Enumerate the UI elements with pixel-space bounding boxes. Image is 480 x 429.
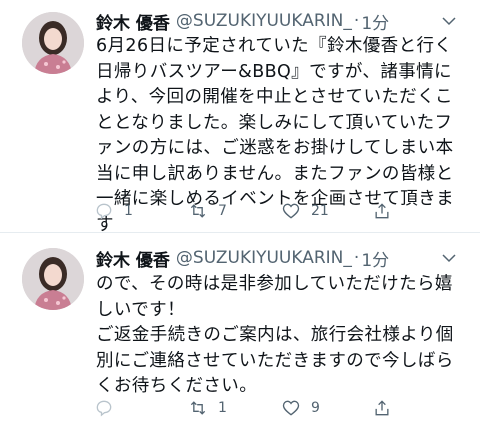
separator: ·: [353, 11, 360, 31]
like-icon: [282, 203, 300, 219]
tweet-header: 鈴木 優香 @SUZUKIYUUKARIN_ · 1分: [96, 9, 389, 34]
share-button[interactable]: [372, 396, 392, 420]
author-name[interactable]: 鈴木 優香: [96, 9, 170, 34]
tweet[interactable]: 鈴木 優香 @SUZUKIYUUKARIN_ · 1分 ので、その時は是非参加し…: [0, 232, 480, 429]
author-handle[interactable]: @SUZUKIYUUKARIN_: [176, 248, 352, 268]
retweet-button[interactable]: 7: [188, 199, 227, 223]
reply-icon: [96, 203, 112, 220]
timestamp[interactable]: 1分: [361, 9, 389, 34]
separator: ·: [353, 248, 360, 268]
timestamp[interactable]: 1分: [361, 246, 389, 271]
retweet-icon: [190, 401, 206, 415]
reply-count: 1: [124, 203, 133, 219]
like-button[interactable]: 9: [281, 396, 320, 420]
like-button[interactable]: 21: [281, 199, 329, 223]
reply-icon: [96, 400, 112, 417]
share-icon: [375, 400, 389, 416]
tweet-text: ので、その時は是非参加していただけたら嬉しいです！ ご返金手続きのご案内は、旅行…: [96, 274, 454, 396]
avatar[interactable]: [22, 248, 84, 310]
author-handle[interactable]: @SUZUKIYUUKARIN_: [176, 11, 352, 31]
retweet-button[interactable]: 1: [188, 396, 227, 420]
tweet-header: 鈴木 優香 @SUZUKIYUUKARIN_ · 1分: [96, 246, 389, 271]
share-icon: [375, 203, 389, 219]
avatar[interactable]: [22, 12, 84, 74]
author-name[interactable]: 鈴木 優香: [96, 246, 170, 271]
reply-button[interactable]: 1: [94, 199, 133, 223]
like-count: 9: [311, 400, 320, 416]
tweet-actions: 1 7 21: [92, 199, 392, 223]
retweet-icon: [190, 204, 206, 218]
like-count: 21: [311, 203, 329, 219]
like-icon: [282, 400, 300, 416]
share-button[interactable]: [372, 199, 392, 223]
tweet-actions: 1 9: [92, 396, 392, 420]
chevron-down-icon[interactable]: [440, 249, 458, 267]
chevron-down-icon[interactable]: [440, 12, 458, 30]
retweet-count: 1: [218, 400, 227, 416]
reply-button[interactable]: [94, 396, 124, 420]
tweet[interactable]: 鈴木 優香 @SUZUKIYUUKARIN_ · 1分 6月26日に予定されてい…: [0, 0, 480, 235]
retweet-count: 7: [218, 203, 227, 219]
